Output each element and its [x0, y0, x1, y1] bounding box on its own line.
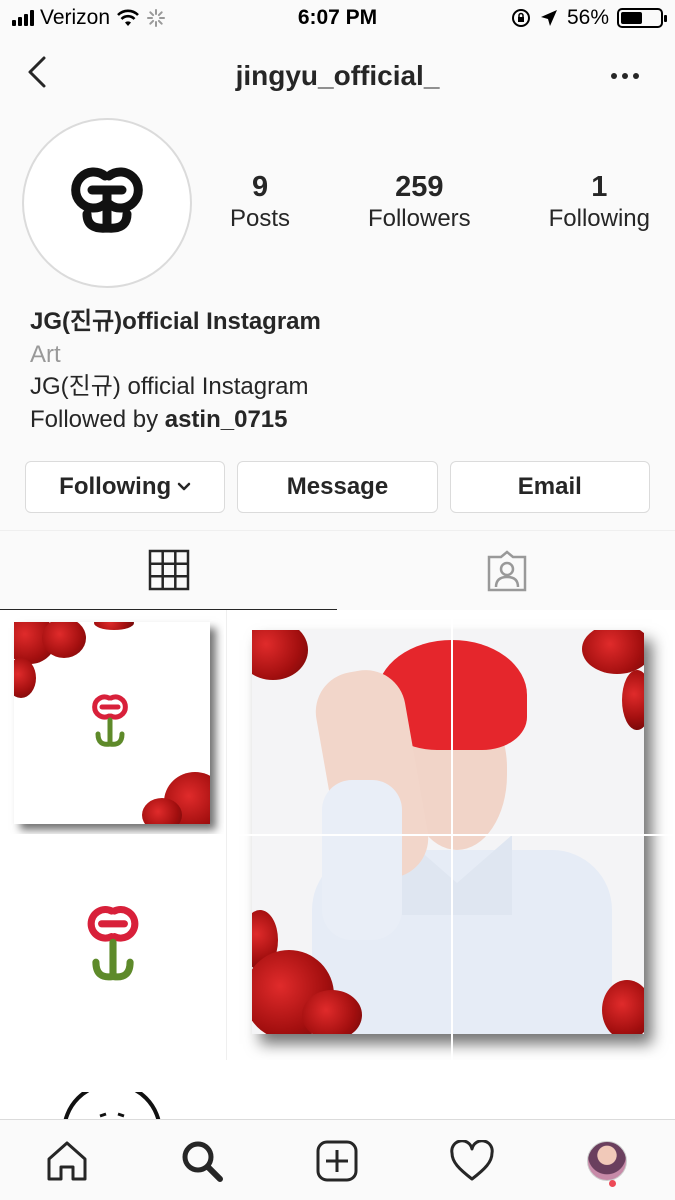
profile-stats: 9 Posts 259 Followers 1 Following [230, 170, 650, 234]
message-button-label: Message [286, 473, 389, 500]
grid-divider [226, 610, 227, 1060]
bottom-navigation [0, 1119, 675, 1200]
portrait-photo [252, 630, 644, 1034]
rose-decoration [252, 630, 308, 680]
jg-logo-icon [71, 167, 143, 233]
nav-new-post[interactable] [312, 1136, 362, 1186]
post-thumbnail-large[interactable] [228, 610, 675, 1060]
email-button[interactable]: Email [449, 461, 650, 513]
rose-decoration [94, 622, 134, 630]
following-button[interactable]: Following [25, 461, 226, 513]
profile-avatar-icon [587, 1141, 627, 1181]
profile-bio-text: JG(진규) official Instagram [30, 373, 309, 400]
email-button-label: Email [517, 473, 582, 500]
profile-bio: JG(진규)official Instagram Art JG(진규) offi… [30, 306, 650, 436]
followers-label: Followers [367, 205, 471, 232]
profile-display-name: JG(진규)official Instagram [30, 308, 321, 335]
add-post-icon [316, 1140, 358, 1182]
home-icon [47, 1141, 87, 1181]
nav-activity[interactable] [447, 1136, 497, 1186]
followed-by-user[interactable]: astin_0715 [165, 406, 288, 433]
post-thumbnail[interactable] [0, 610, 224, 834]
heart-icon [450, 1140, 494, 1181]
following-count: 1 [591, 171, 608, 203]
rose-decoration [622, 670, 644, 730]
nav-home[interactable] [42, 1136, 92, 1186]
nav-profile[interactable] [582, 1136, 632, 1187]
profile-actions: Following Message Email [25, 461, 650, 513]
post-thumbnail[interactable] [0, 1062, 224, 1120]
search-icon [182, 1141, 223, 1182]
status-bar: Verizon 6:07 PM 56% [0, 0, 675, 40]
followed-by-prefix: Followed by [30, 405, 159, 433]
rose-decoration [602, 980, 644, 1034]
smiley-face-icon [63, 1092, 161, 1120]
tagged-person-icon [487, 550, 526, 592]
profile-header: jingyu_official_ [0, 40, 675, 110]
battery-icon [617, 8, 667, 28]
jg-logo-icon [92, 694, 128, 747]
tile-seam [228, 834, 675, 836]
chevron-down-icon [177, 482, 191, 491]
orientation-lock-icon [511, 9, 530, 27]
profile-tabs [0, 530, 675, 611]
rose-decoration [302, 990, 362, 1034]
jg-logo-icon [87, 906, 139, 981]
posts-count: 9 [251, 171, 269, 203]
post-thumbnail[interactable] [0, 836, 224, 1060]
sleeve [322, 780, 402, 940]
status-right: 56% [511, 6, 667, 30]
posts-label: Posts [230, 205, 291, 232]
stat-followers[interactable]: 259 Followers [368, 170, 471, 234]
profile-category: Art [30, 340, 61, 368]
location-arrow-icon [540, 10, 557, 26]
rose-decoration [142, 798, 182, 824]
grid-icon [148, 549, 189, 591]
nav-search[interactable] [177, 1136, 227, 1186]
following-button-label: Following [59, 473, 172, 500]
battery-percent: 56% [566, 6, 609, 29]
followed-by[interactable]: Followed by astin_0715 [30, 404, 650, 437]
battery-level [621, 12, 643, 24]
followers-count: 259 [395, 171, 444, 203]
rose-decoration [14, 658, 36, 698]
avatar-image [32, 128, 182, 278]
grid-tab[interactable] [0, 531, 337, 611]
notification-dot [609, 1180, 616, 1187]
stat-posts[interactable]: 9 Posts [230, 170, 290, 234]
profile-username: jingyu_official_ [235, 60, 440, 91]
post-image [14, 622, 210, 824]
stat-following[interactable]: 1 Following [549, 170, 650, 234]
message-button[interactable]: Message [237, 461, 438, 513]
rose-decoration [582, 630, 644, 674]
following-label: Following [548, 205, 650, 232]
more-options-icon[interactable] [605, 60, 645, 90]
rose-decoration [42, 622, 86, 658]
post-grid [0, 610, 675, 1120]
profile-avatar[interactable] [22, 118, 192, 288]
tagged-tab[interactable] [338, 531, 675, 611]
